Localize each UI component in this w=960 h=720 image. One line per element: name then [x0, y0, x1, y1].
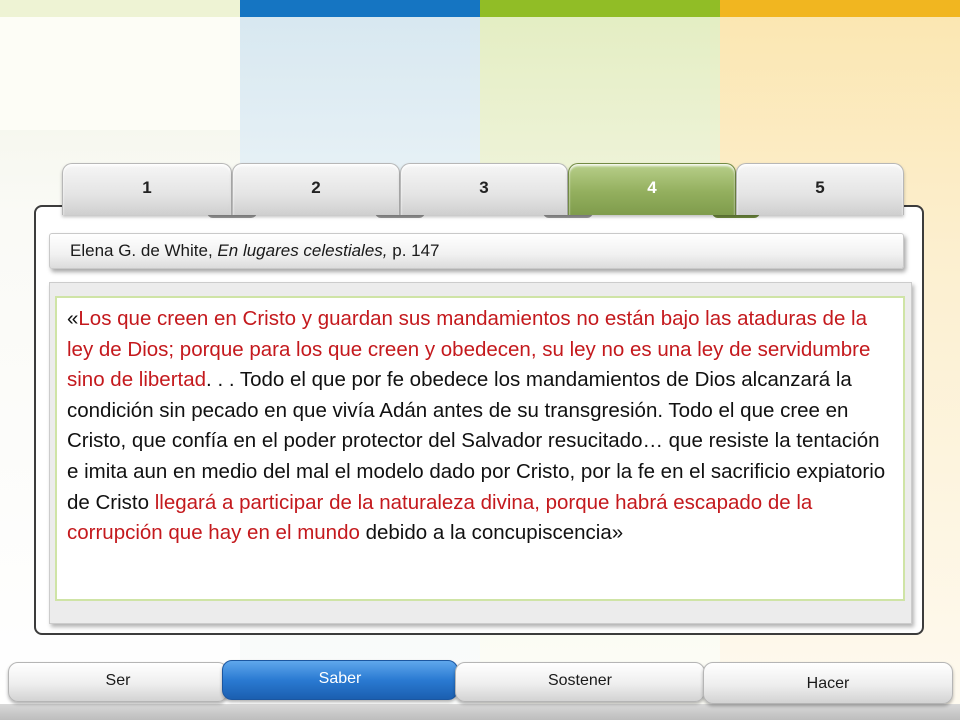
- nav-label: Ser: [105, 672, 131, 689]
- source-page: p. 147: [392, 241, 440, 260]
- top-color-bar-4: [720, 0, 960, 17]
- source-book-title: En lugares celestiales,: [217, 241, 388, 260]
- nav-label: Sostener: [547, 672, 613, 689]
- source-author: Elena G. de White,: [70, 241, 213, 260]
- nav-button-hacer[interactable]: Hacer: [703, 662, 953, 704]
- tab-1[interactable]: 1: [62, 163, 232, 215]
- tab-2[interactable]: 2: [232, 163, 400, 215]
- source-citation: Elena G. de White, En lugares celestiale…: [49, 233, 904, 269]
- tab-4[interactable]: 4: [568, 163, 736, 215]
- nav-button-ser[interactable]: Ser: [8, 662, 228, 702]
- tab-5[interactable]: 5: [736, 163, 904, 215]
- quote-open-mark: «: [67, 307, 79, 330]
- tab-label: 5: [815, 178, 825, 197]
- nav-label: Hacer: [806, 675, 850, 692]
- bottom-strip: [0, 704, 960, 720]
- nav-button-saber[interactable]: Saber: [222, 660, 458, 700]
- nav-button-sostener[interactable]: Sostener: [455, 662, 705, 702]
- tab-label: 1: [142, 178, 152, 197]
- tab-3[interactable]: 3: [400, 163, 568, 215]
- background-block: [0, 17, 240, 130]
- top-color-bar-3: [480, 0, 720, 17]
- nav-label: Saber: [318, 670, 362, 687]
- tab-label: 2: [311, 178, 321, 197]
- tab-label: 3: [479, 178, 489, 197]
- quote-text: «Los que creen en Cristo y guardan sus m…: [55, 296, 905, 601]
- top-color-bar-2: [240, 0, 480, 17]
- quote-body-2: debido a la concupiscencia»: [365, 521, 624, 545]
- top-color-bar-1: [0, 0, 240, 17]
- tab-label: 4: [647, 178, 657, 197]
